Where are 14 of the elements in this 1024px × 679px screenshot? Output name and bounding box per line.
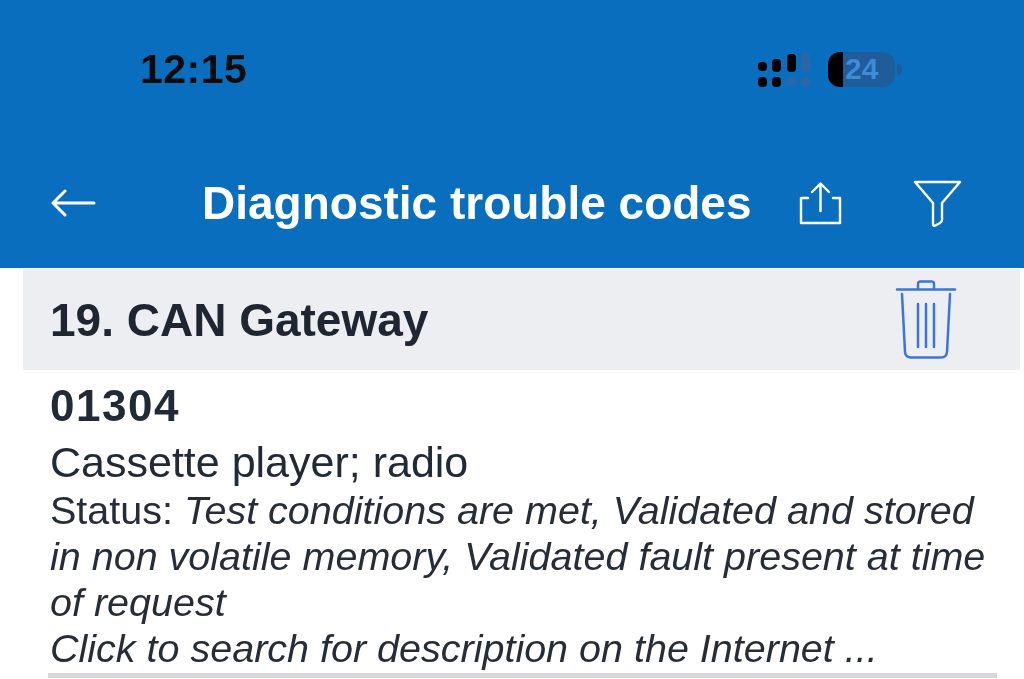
- back-arrow-icon: [50, 189, 96, 217]
- share-icon: [798, 181, 843, 225]
- status-time: 12:15: [140, 45, 248, 93]
- search-link[interactable]: Click to search for description on the Internet ...: [50, 625, 997, 671]
- signal-icon: [758, 51, 810, 87]
- battery-indicator: 24: [828, 51, 902, 87]
- trash-icon: [895, 280, 957, 359]
- status-text: Status: Test conditions are met, Validated and stored in non volatile memory, Validated fault present at time of request: [50, 487, 987, 625]
- filter-icon: [912, 179, 963, 227]
- code-description: Cassette player; radio: [50, 437, 470, 487]
- page-title: Diagnostic trouble codes: [202, 176, 752, 230]
- delete-button[interactable]: [895, 280, 957, 359]
- trouble-code: 01304: [50, 381, 181, 431]
- section-title: 19. CAN Gateway: [50, 292, 429, 347]
